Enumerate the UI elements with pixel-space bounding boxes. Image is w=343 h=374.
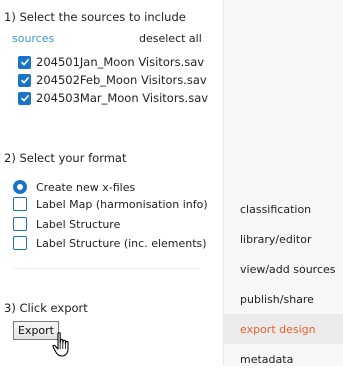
- nav-item-view-add-sources[interactable]: view/add sources: [224, 254, 343, 284]
- format-option-label: Label Structure (inc. elements): [36, 236, 207, 250]
- checkbox-empty-icon[interactable]: [13, 236, 27, 250]
- format-option-label: Label Structure: [36, 217, 121, 231]
- format-option-label: Create new x-files: [36, 180, 136, 194]
- nav-item-label: view/add sources: [240, 262, 336, 276]
- source-file-label: 204502Feb_Moon Visitors.sav: [36, 73, 207, 87]
- hand-pointer-icon: [52, 332, 69, 357]
- step1-title: 1) Select the sources to include: [4, 10, 186, 24]
- radio-selected-icon[interactable]: [13, 180, 27, 194]
- checkbox-empty-icon[interactable]: [13, 217, 27, 231]
- nav-item-label: publish/share: [240, 292, 314, 306]
- format-option-label: Label Map (harmonisation info): [36, 197, 208, 211]
- nav-item-library-editor[interactable]: library/editor: [224, 224, 343, 254]
- section-divider: [14, 268, 200, 269]
- nav-item-classification[interactable]: classification: [224, 194, 343, 224]
- checkbox-empty-icon[interactable]: [13, 197, 27, 211]
- format-option-label-map[interactable]: Label Map (harmonisation info): [13, 196, 208, 212]
- checkbox-checked-icon[interactable]: [18, 73, 31, 87]
- source-file-label: 204501Jan_Moon Visitors.sav: [36, 55, 205, 69]
- source-file-row[interactable]: 204501Jan_Moon Visitors.sav: [18, 54, 204, 70]
- deselect-all-link[interactable]: deselect all: [139, 32, 202, 45]
- format-option-label-structure[interactable]: Label Structure: [13, 216, 120, 232]
- source-file-row[interactable]: 204502Feb_Moon Visitors.sav: [18, 72, 207, 88]
- step3-title: 3) Click export: [4, 301, 88, 315]
- export-panel: 1) Select the sources to include sources…: [0, 0, 223, 366]
- nav-item-metadata[interactable]: metadata: [224, 344, 343, 374]
- right-nav: classification library/editor view/add s…: [223, 0, 343, 366]
- sources-link[interactable]: sources: [12, 32, 54, 45]
- source-file-label: 204503Mar_Moon Visitors.sav: [36, 91, 209, 105]
- format-option-new-xfiles[interactable]: Create new x-files: [13, 179, 135, 195]
- format-option-label-structure-elements[interactable]: Label Structure (inc. elements): [13, 235, 207, 251]
- nav-item-label: library/editor: [240, 232, 312, 246]
- nav-item-export-design[interactable]: export design: [224, 314, 343, 344]
- step2-title: 2) Select your format: [4, 151, 127, 165]
- nav-item-label: export design: [240, 322, 316, 336]
- checkbox-checked-icon[interactable]: [18, 91, 31, 105]
- source-file-row[interactable]: 204503Mar_Moon Visitors.sav: [18, 90, 208, 106]
- checkbox-checked-icon[interactable]: [18, 55, 31, 69]
- nav-item-publish-share[interactable]: publish/share: [224, 284, 343, 314]
- nav-item-label: metadata: [240, 352, 294, 366]
- nav-item-label: classification: [240, 202, 312, 216]
